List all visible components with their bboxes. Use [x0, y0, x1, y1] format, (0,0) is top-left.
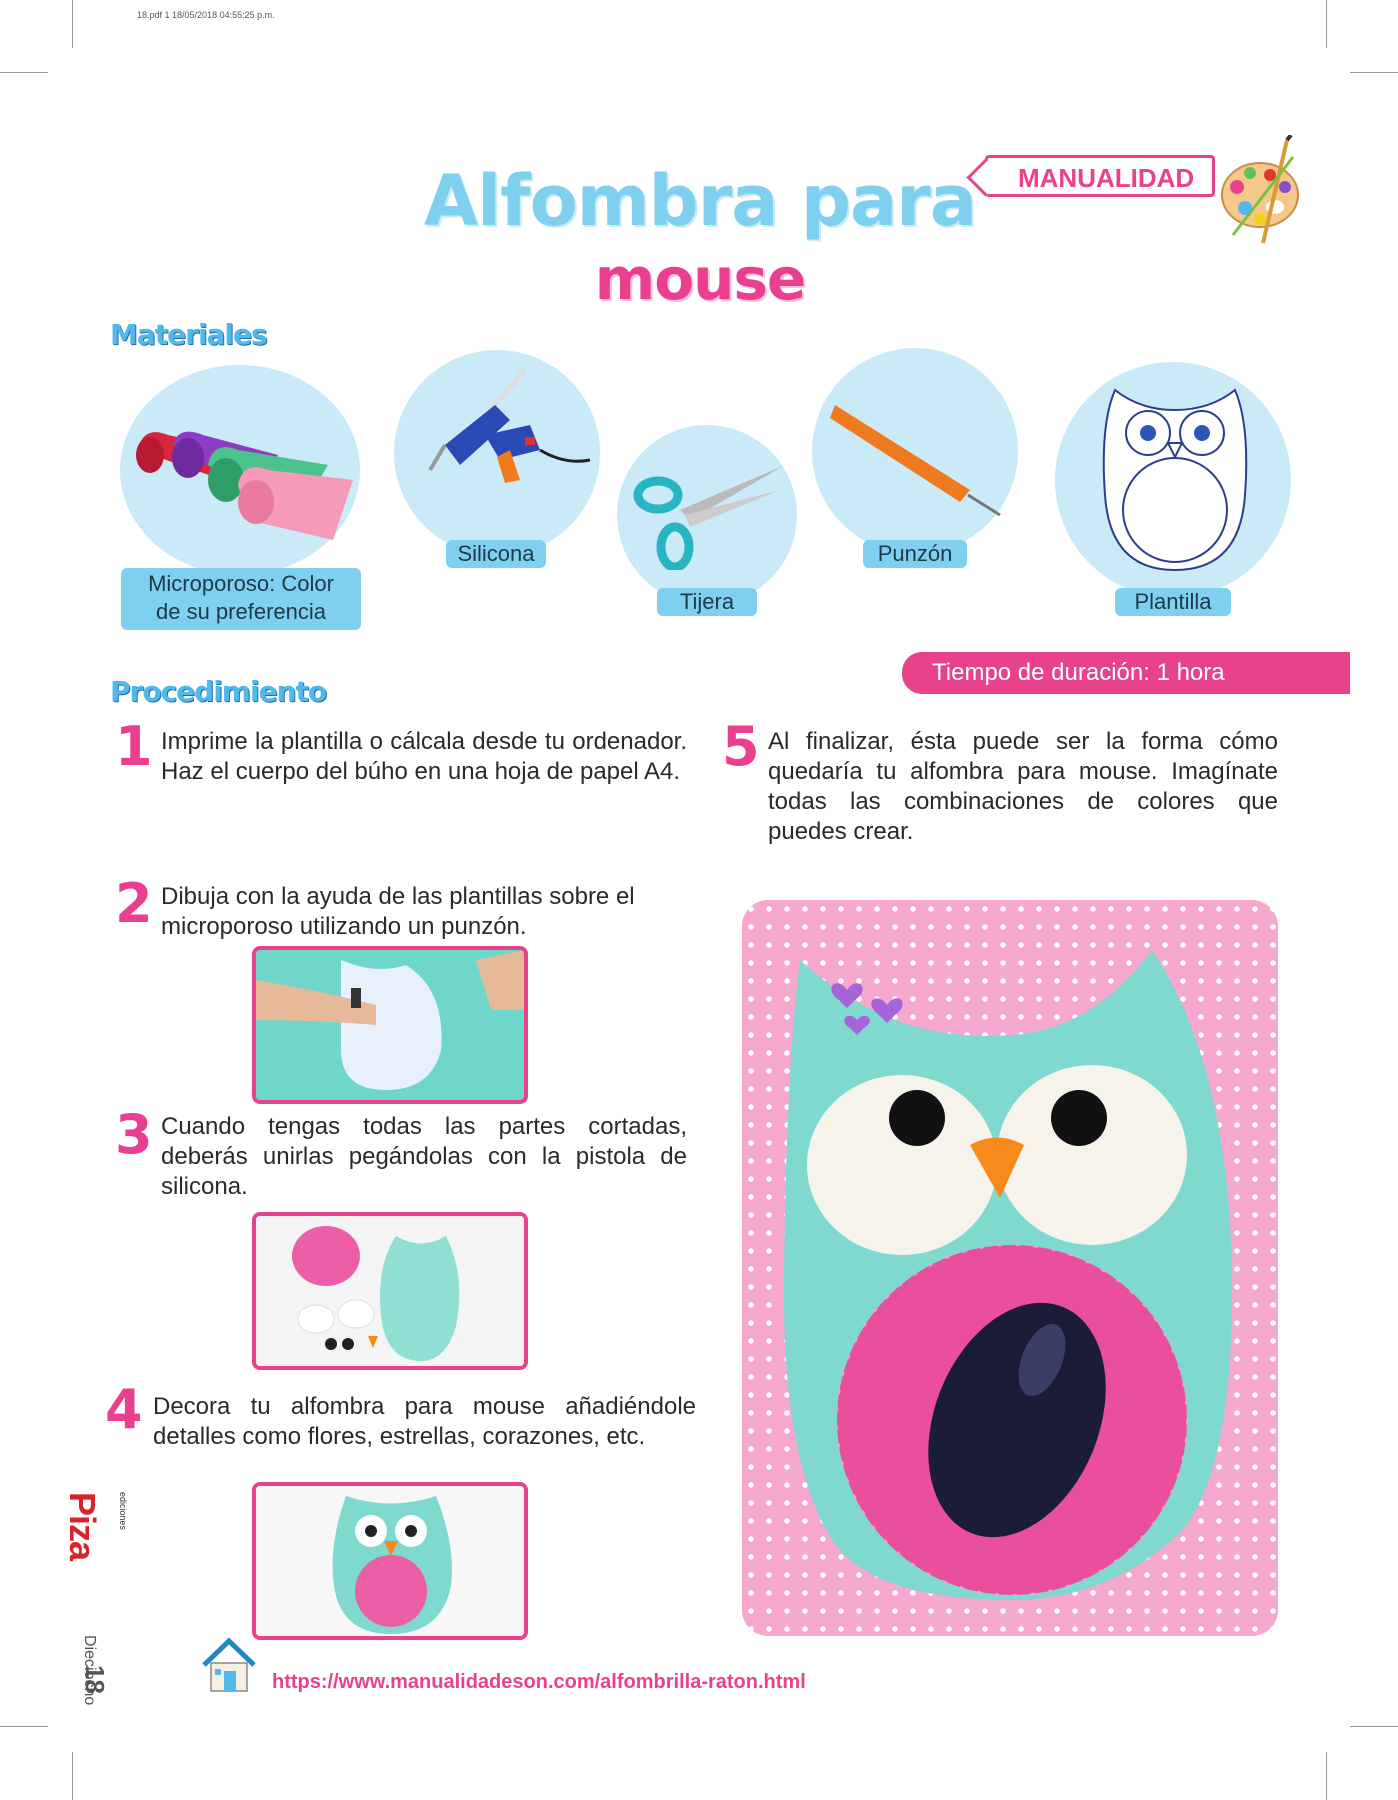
- page-number-word: Dieciocho: [81, 1635, 98, 1706]
- step-2-photo: [252, 946, 528, 1104]
- step-3-photo: [252, 1212, 528, 1370]
- scissors-image: [633, 465, 785, 570]
- crop-mark: [1350, 72, 1398, 73]
- decorated-owl-image: [256, 1486, 524, 1636]
- crop-mark: [0, 1726, 48, 1727]
- materials-heading: Materiales: [110, 318, 268, 351]
- crop-mark: [0, 72, 48, 73]
- page-title-line2: mouse: [594, 245, 806, 313]
- home-icon[interactable]: [198, 1635, 260, 1697]
- step-4-number: 4: [105, 1378, 143, 1441]
- step-3-text: Cuando tengas todas las partes cortadas,…: [161, 1113, 687, 1200]
- material-label-silicona: Silicona: [446, 540, 546, 568]
- material-label-foam: Microporoso: Color de su preferencia: [121, 568, 361, 630]
- crop-mark: [1350, 1726, 1398, 1727]
- tracing-template-image: [256, 950, 524, 1100]
- final-mousepad-photo: [742, 900, 1278, 1636]
- duration-bar: Tiempo de duración: 1 hora: [902, 652, 1350, 694]
- step-1-number: 1: [115, 715, 153, 778]
- step-2-number: 2: [115, 872, 153, 935]
- cut-pieces-image: [256, 1216, 524, 1366]
- procedure-heading: Procedimiento: [110, 675, 327, 708]
- crop-mark: [1326, 0, 1327, 48]
- crop-mark: [72, 0, 73, 48]
- step-5-number: 5: [722, 715, 760, 778]
- step-3-number: 3: [115, 1103, 153, 1166]
- foam-sheets-image: [136, 431, 353, 540]
- page-title-line1: Alfombra para: [424, 160, 977, 242]
- owl-mousepad-image: [783, 950, 1232, 1600]
- pdf-info: 18.pdf 1 18/05/2018 04:55:25 p.m.: [137, 10, 275, 20]
- category-label: MANUALIDAD: [1018, 163, 1195, 193]
- publisher-logo: Piza: [62, 1492, 103, 1561]
- source-url-link[interactable]: https://www.manualidadeson.com/alfombril…: [272, 1671, 806, 1694]
- crop-mark: [1326, 1752, 1327, 1800]
- step-1-text: Imprime la plantilla o cálcala desde tu …: [161, 728, 687, 785]
- step-4-photo: [252, 1482, 528, 1640]
- punch-tool-image: [830, 405, 1001, 517]
- publisher-logo-sub: ediciones: [118, 1492, 128, 1531]
- material-label-tijera: Tijera: [657, 588, 757, 616]
- crop-mark: [72, 1752, 73, 1800]
- step-2-text: Dibuja con la ayuda de las plantillas so…: [161, 883, 635, 940]
- category-ribbon: MANUALIDAD: [985, 155, 1215, 197]
- owl-template-image: [1102, 388, 1248, 572]
- material-label-punzon: Punzón: [863, 540, 967, 568]
- step-4-text: Decora tu alfombra para mouse añadiéndol…: [153, 1393, 696, 1450]
- paint-palette-icon: [1221, 135, 1299, 244]
- step-5-text: Al finalizar, ésta puede ser la forma có…: [768, 728, 1278, 845]
- glue-gun-image: [428, 368, 591, 483]
- material-label-plantilla: Plantilla: [1115, 588, 1231, 616]
